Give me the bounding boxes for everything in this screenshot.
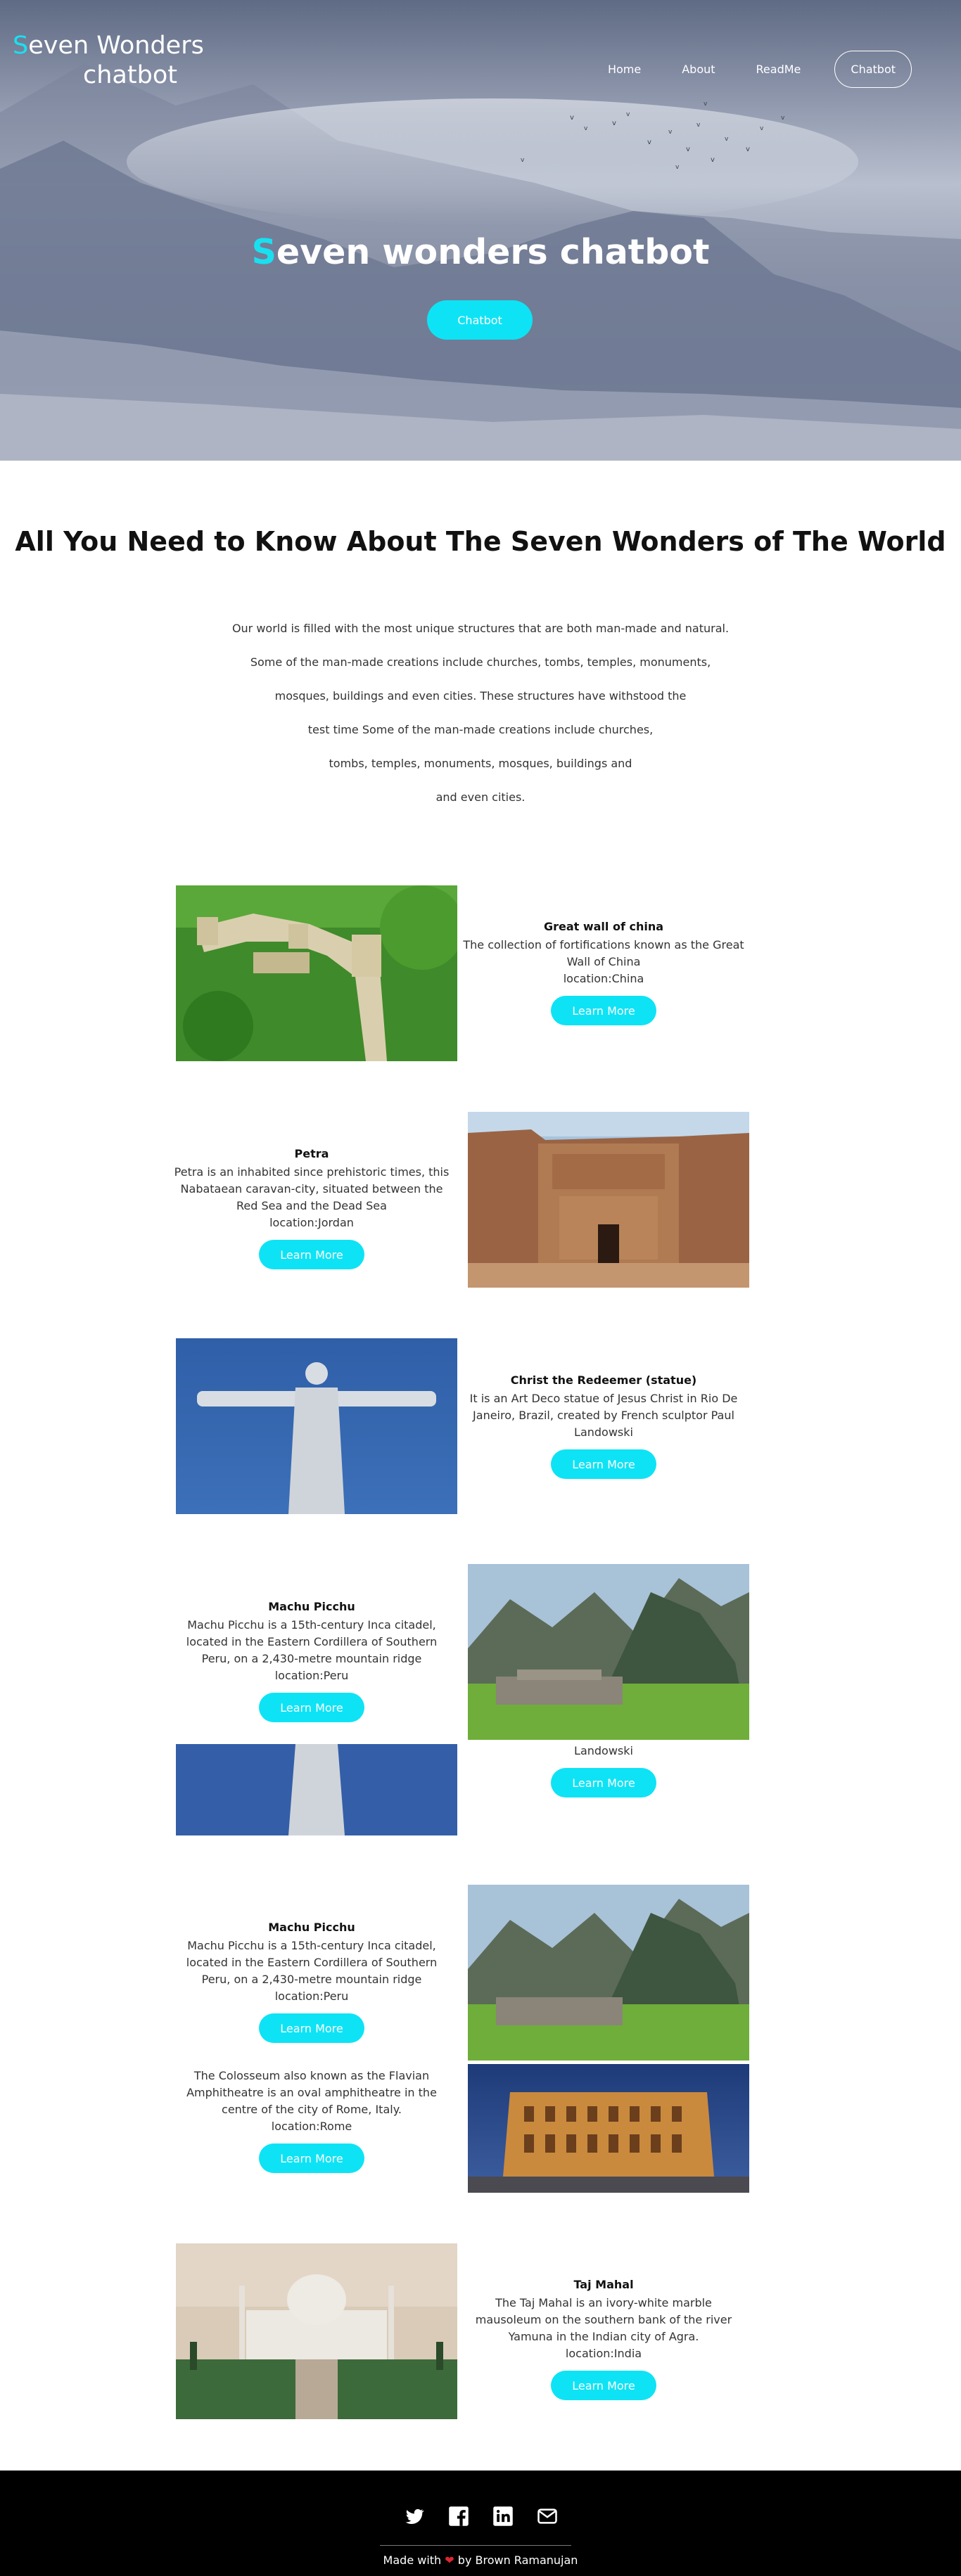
colosseum-location: location:Rome: [271, 2120, 352, 2133]
svg-text:v: v: [647, 139, 651, 146]
learn-more-button[interactable]: Learn More: [551, 996, 656, 1025]
colosseum-desc: The Colosseum also known as the Flavian …: [186, 2069, 437, 2116]
taj-mahal-title: Taj Mahal: [573, 2278, 634, 2291]
christ-redeemer-desc: It is an Art Deco statue of Jesus Christ…: [469, 1392, 738, 1439]
svg-text:v: v: [725, 136, 729, 143]
mail-icon[interactable]: [537, 2506, 558, 2527]
taj-mahal-card: Taj Mahal The Taj Mahal is an ivory-whit…: [463, 2276, 744, 2400]
learn-more-button[interactable]: Learn More: [259, 1693, 364, 1722]
machu-picchu-image: [468, 1564, 749, 1740]
machu-picchu-image-2: [468, 1885, 749, 2061]
landowski-text: Landowski: [574, 1744, 633, 1757]
learn-more-button[interactable]: Learn More: [551, 1768, 656, 1798]
intro-line: Our world is filled with the most unique…: [231, 622, 730, 635]
colosseum-image: [468, 2064, 749, 2193]
svg-text:v: v: [696, 122, 701, 129]
hero-chatbot-button[interactable]: Chatbot: [427, 300, 533, 340]
intro-line: mosques, buildings and even cities. Thes…: [274, 689, 687, 703]
twitter-icon[interactable]: [404, 2506, 425, 2527]
facebook-icon[interactable]: [448, 2506, 469, 2527]
social-icons: [0, 2506, 961, 2527]
hero: v v v v v v v v v v v v v v v v Seven Wonders ch…: [0, 0, 961, 461]
petra-image: [468, 1112, 749, 1288]
learn-more-button[interactable]: Learn More: [259, 2013, 364, 2043]
svg-text:v: v: [675, 164, 680, 171]
svg-text:v: v: [612, 120, 616, 127]
made-by-label: by Brown Ramanujan: [457, 2553, 578, 2567]
intro-text: Our world is filled with the most unique…: [199, 612, 762, 814]
brand-logo[interactable]: Seven Wonders chatbot: [13, 31, 204, 90]
svg-text:v: v: [584, 125, 588, 132]
made-with-text: Made with ❤ by Brown Ramanujan: [0, 2553, 961, 2567]
machu-picchu-location: location:Peru: [274, 1989, 349, 2003]
christ-redeemer-image-overlap: [176, 1744, 457, 1835]
petra-card: Petra Petra is an inhabited since prehis…: [171, 1146, 452, 1269]
nav-chatbot-button[interactable]: Chatbot: [834, 51, 912, 88]
intro-line: and even cities.: [435, 790, 526, 804]
machu-picchu-title: Machu Picchu: [268, 1921, 355, 1934]
learn-more-button[interactable]: Learn More: [551, 2371, 656, 2400]
intro-title: All You Need to Know About The Seven Won…: [15, 526, 946, 557]
svg-text:v: v: [746, 146, 750, 153]
svg-text:v: v: [704, 101, 708, 108]
hero-title-rest: even wonders chatbot: [276, 232, 710, 272]
machu-picchu-card-2: Machu Picchu Machu Picchu is a 15th-cent…: [171, 1919, 452, 2043]
svg-text:v: v: [626, 111, 630, 118]
nav-about[interactable]: About: [682, 63, 715, 76]
intro-line: tombs, temples, monuments, mosques, buil…: [329, 757, 632, 770]
petra-title: Petra: [294, 1147, 329, 1160]
machu-picchu-desc: Machu Picchu is a 15th-century Inca cita…: [186, 1618, 438, 1665]
svg-text:v: v: [760, 125, 764, 132]
petra-desc: Petra is an inhabited since prehistoric …: [174, 1165, 450, 1212]
christ-redeemer-card: Christ the Redeemer (statue) It is an Ar…: [463, 1372, 744, 1479]
learn-more-button[interactable]: Learn More: [551, 1449, 656, 1479]
taj-mahal-location: location:India: [565, 2347, 642, 2360]
taj-mahal-desc: The Taj Mahal is an ivory-white marble m…: [475, 2296, 732, 2343]
nav-home[interactable]: Home: [608, 63, 641, 76]
svg-text:v: v: [711, 156, 715, 164]
great-wall-desc: The collection of fortifications known a…: [463, 938, 744, 968]
svg-text:v: v: [521, 157, 525, 164]
machu-picchu-desc: Machu Picchu is a 15th-century Inca cita…: [186, 1939, 438, 1986]
machu-picchu-location: location:Peru: [274, 1669, 349, 1682]
christ-redeemer-image: [176, 1338, 457, 1514]
great-wall-image: [176, 885, 457, 1061]
great-wall-card: Great wall of china The collection of fo…: [463, 918, 744, 1025]
petra-location: location:Jordan: [269, 1216, 354, 1229]
svg-text:v: v: [781, 115, 785, 122]
intro-line: test time Some of the man-made creations…: [307, 723, 654, 736]
made-with-label: Made with: [383, 2553, 442, 2567]
learn-more-button[interactable]: Learn More: [259, 2144, 364, 2173]
linkedin-icon[interactable]: [492, 2506, 514, 2527]
intro-line: Some of the man-made creations include c…: [250, 655, 711, 669]
hero-title: Seven wonders chatbot: [0, 232, 961, 272]
great-wall-title: Great wall of china: [543, 920, 664, 933]
colosseum-card: The Colosseum also known as the Flavian …: [171, 2068, 452, 2173]
svg-text:v: v: [570, 114, 574, 122]
machu-picchu-title: Machu Picchu: [268, 1600, 355, 1613]
brand-line1: even Wonders: [28, 32, 204, 60]
brand-line2: chatbot: [83, 61, 177, 89]
machu-picchu-card: Machu Picchu Machu Picchu is a 15th-cent…: [171, 1598, 452, 1722]
christ-redeemer-title: Christ the Redeemer (statue): [510, 1373, 697, 1387]
great-wall-location: location:China: [563, 972, 644, 985]
landowski-card: Landowski Learn More: [463, 1743, 744, 1798]
nav-readme[interactable]: ReadMe: [756, 63, 801, 76]
hero-title-accent: S: [251, 232, 276, 272]
taj-mahal-image: [176, 2243, 457, 2419]
footer: Made with ❤ by Brown Ramanujan: [0, 2471, 961, 2576]
top-nav: Home About ReadMe Chatbot: [567, 51, 912, 88]
svg-text:v: v: [668, 129, 673, 136]
heart-icon: ❤: [445, 2553, 454, 2567]
brand-accent-letter: S: [13, 32, 29, 60]
footer-divider: [380, 2545, 571, 2546]
svg-text:v: v: [686, 146, 690, 153]
learn-more-button[interactable]: Learn More: [259, 1240, 364, 1269]
